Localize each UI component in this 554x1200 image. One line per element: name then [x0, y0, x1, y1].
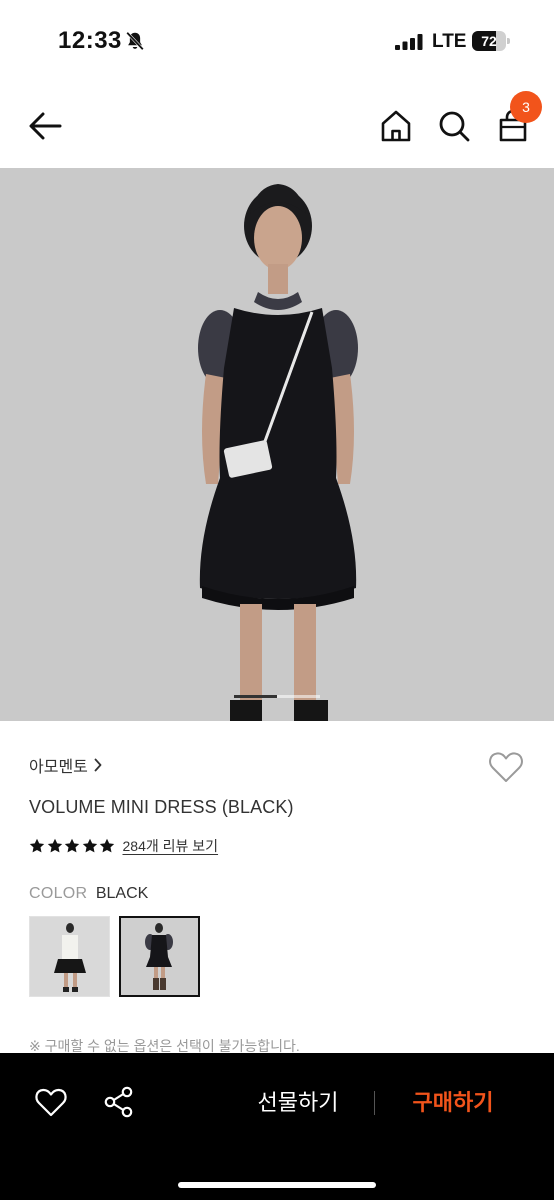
network-type: LTE: [432, 31, 467, 52]
product-title: VOLUME MINI DRESS (BLACK): [29, 797, 294, 817]
home-icon[interactable]: [376, 106, 416, 146]
rating-stars: [29, 838, 117, 854]
star-icon: [82, 838, 97, 853]
action-divider: [374, 1091, 375, 1115]
battery-percent: 72: [481, 33, 497, 49]
status-bar: 12:33 LTE 72: [0, 0, 554, 84]
color-label: COLOR: [29, 885, 88, 902]
star-icon: [99, 838, 115, 853]
top-nav-bar: 3: [0, 84, 554, 168]
wishlist-heart-icon[interactable]: [487, 749, 525, 785]
review-link[interactable]: 284개 리뷰 보기: [123, 836, 219, 856]
swatch-thumbnail: [121, 918, 198, 995]
wishlist-heart-icon[interactable]: [34, 1086, 68, 1118]
gift-button[interactable]: 선물하기: [240, 1088, 356, 1118]
carousel-pager-active: [234, 695, 277, 698]
cellular-signal-icon: [395, 34, 423, 50]
battery-icon: 72: [472, 31, 510, 51]
swatch-thumbnail: [30, 917, 109, 996]
home-indicator: [178, 1182, 376, 1188]
product-photo: [0, 168, 554, 721]
cart-count-badge: 3: [510, 91, 542, 123]
star-icon: [47, 838, 62, 853]
star-icon: [29, 838, 45, 853]
star-icon: [64, 838, 80, 853]
brand-link[interactable]: 아모멘토: [29, 754, 102, 776]
search-icon[interactable]: [434, 106, 474, 146]
buy-button[interactable]: 구매하기: [396, 1088, 510, 1118]
product-image-carousel[interactable]: [0, 168, 554, 721]
bottom-action-bar: 선물하기 구매하기: [0, 1053, 554, 1200]
color-option-row: COLOR BLACK: [29, 885, 148, 903]
product-detail-screen: 12:33 LTE 72 3 아모멘토 VOLUME MINI DRESS (B…: [0, 0, 554, 1200]
brand-name: 아모멘토: [29, 759, 88, 776]
status-time: 12:33: [58, 27, 122, 54]
bell-muted-icon: [126, 31, 144, 51]
color-swatch-ivory[interactable]: [29, 916, 110, 997]
selected-color-value: BLACK: [95, 885, 149, 902]
rating-row: 284개 리뷰 보기: [29, 836, 218, 856]
share-icon[interactable]: [103, 1086, 135, 1118]
carousel-pager: [234, 695, 320, 698]
chevron-right-icon: [94, 758, 102, 772]
back-arrow-icon[interactable]: [26, 106, 66, 146]
color-swatch-black[interactable]: [119, 916, 200, 997]
